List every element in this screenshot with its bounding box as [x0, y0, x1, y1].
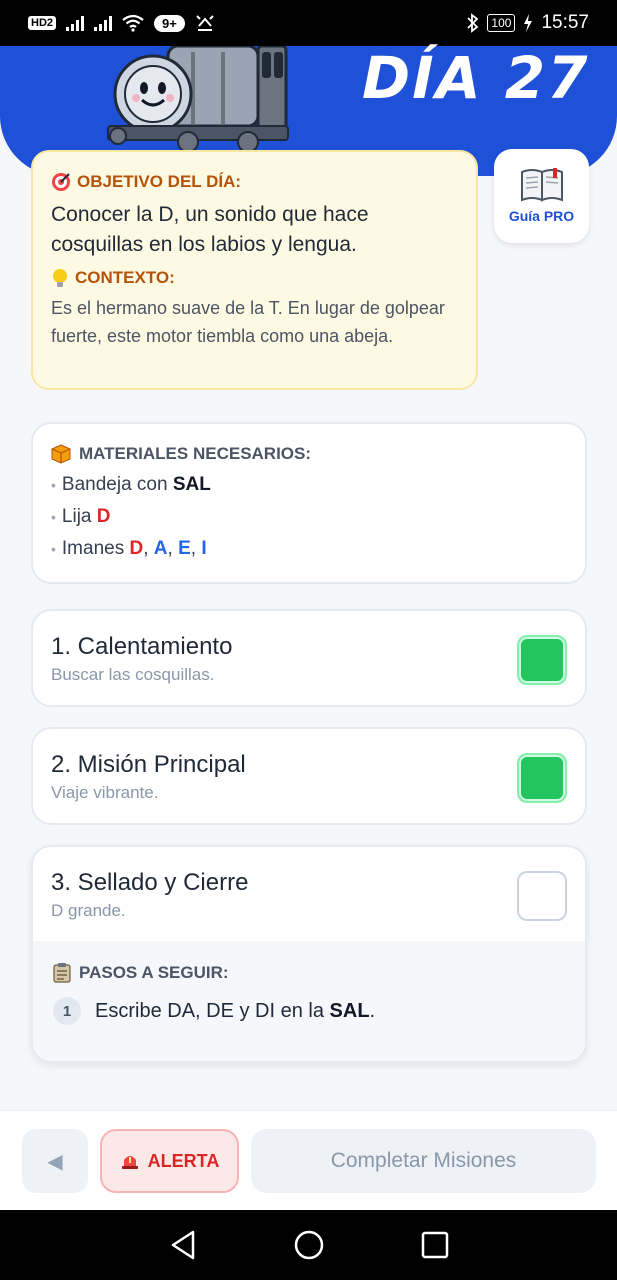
battery-indicator: 100 [487, 14, 516, 32]
package-icon [51, 444, 71, 464]
materials-title: MATERIALES NECESARIOS: [79, 444, 312, 463]
mission-subtitle: Viaje vibrante. [51, 783, 159, 802]
mission-checkbox[interactable] [517, 635, 567, 685]
material-item: • Bandeja con SAL [51, 474, 567, 496]
mission-card-2[interactable]: 2. Misión Principal Viaje vibrante. [31, 727, 587, 825]
mission-title: 1. Calentamiento [51, 633, 233, 660]
nav-home-icon[interactable] [294, 1230, 324, 1260]
back-button[interactable]: ◀ [22, 1129, 88, 1193]
guide-pro-label: Guía PRO [508, 208, 575, 224]
context-text: Es el hermano suave de la T. En lugar de… [51, 298, 445, 346]
system-nav-bar [0, 1210, 617, 1280]
mission-header: 1. Calentamiento Buscar las cosquillas. [33, 611, 585, 705]
mission-checkbox[interactable] [517, 871, 567, 921]
materials-card: MATERIALES NECESARIOS: • Bandeja con SAL… [31, 422, 587, 584]
magnet-letter: I [201, 538, 207, 559]
objective-text: Conocer la D, un sonido que hace cosquil… [51, 203, 369, 256]
context-heading: CONTEXTO: [51, 268, 458, 288]
bluetooth-icon [467, 13, 479, 33]
app-screen: HD2 9+ 100 15:57 DÍA 27 OBJETIVO DEL DÍA… [0, 0, 617, 1280]
material-letter: D [96, 506, 111, 527]
status-bar: HD2 9+ 100 15:57 [0, 0, 617, 46]
lightbulb-icon [53, 269, 67, 287]
material-text: Imanes [61, 538, 130, 559]
steps-panel: PASOS A SEGUIR: 1 Escribe DA, DE y DI en… [33, 941, 585, 1061]
steps-heading: PASOS A SEGUIR: [53, 963, 565, 983]
siren-icon [121, 1156, 138, 1169]
hd-badge: HD2 [28, 16, 57, 30]
bullet-icon: • [51, 509, 56, 525]
alarm-off-icon [196, 15, 214, 31]
mission-checkbox[interactable] [517, 753, 567, 803]
mission-subtitle: D grande. [51, 901, 126, 920]
mission-card-1[interactable]: 1. Calentamiento Buscar las cosquillas. [31, 609, 587, 707]
separator: , [143, 538, 154, 559]
objective-title: OBJETIVO DEL DÍA: [77, 172, 242, 191]
material-highlight: SAL [172, 474, 211, 495]
open-book-icon [520, 168, 563, 202]
step-suffix: . [369, 999, 376, 1022]
alert-button[interactable]: ALERTA [100, 1129, 239, 1193]
guide-pro-button[interactable]: Guía PRO [494, 149, 589, 243]
mission-header: 2. Misión Principal Viaje vibrante. [33, 729, 585, 823]
material-item: • Imanes D, A, E, I [51, 538, 567, 560]
sim-label: 2 [46, 17, 54, 29]
notification-count: 9+ [154, 14, 185, 32]
magnet-letter: D [129, 538, 144, 559]
day-title: DÍA 27 [362, 44, 590, 112]
step-number: 1 [53, 997, 81, 1025]
target-icon [52, 173, 70, 191]
objective-heading: OBJETIVO DEL DÍA: [51, 172, 458, 192]
material-text: Bandeja con [61, 474, 173, 495]
signal-icon-2 [94, 15, 113, 31]
charging-icon [524, 14, 533, 32]
materials-heading: MATERIALES NECESARIOS: [51, 444, 567, 464]
separator: , [167, 538, 179, 559]
material-text: Lija [61, 506, 97, 527]
clock: 15:57 [541, 12, 589, 33]
complete-missions-button[interactable]: Completar Misiones [251, 1129, 596, 1193]
mission-subtitle: Buscar las cosquillas. [51, 665, 215, 684]
step-item: 1 Escribe DA, DE y DI en la SAL. [53, 997, 565, 1025]
steps-title: PASOS A SEGUIR: [79, 963, 229, 982]
status-right: 100 15:57 [467, 12, 589, 34]
back-arrow-icon: ◀ [47, 1150, 63, 1173]
nav-recents-icon[interactable] [421, 1231, 449, 1259]
context-title: CONTEXTO: [75, 268, 175, 287]
mission-title: 2. Misión Principal [51, 751, 246, 778]
separator: , [190, 538, 202, 559]
magnet-letter: E [178, 538, 191, 559]
magnet-letter: A [153, 538, 168, 559]
bullet-icon: • [51, 541, 56, 557]
objective-card: OBJETIVO DEL DÍA: Conocer la D, un sonid… [31, 150, 478, 390]
complete-missions-label: Completar Misiones [330, 1149, 517, 1172]
signal-icon [66, 15, 85, 31]
mission-header: 3. Sellado y Cierre D grande. [33, 847, 585, 941]
bottom-action-bar: ◀ ALERTA Completar Misiones [0, 1110, 617, 1210]
clipboard-icon [53, 963, 71, 983]
bullet-icon: • [51, 477, 56, 493]
nav-back-icon[interactable] [169, 1230, 197, 1260]
mission-card-3[interactable]: 3. Sellado y Cierre D grande. PASOS A SE… [31, 845, 587, 1063]
hd-label: HD [31, 17, 47, 29]
wifi-icon [122, 14, 144, 32]
material-item: • Lija D [51, 506, 567, 528]
train-illustration [107, 46, 289, 152]
alert-label: ALERTA [147, 1150, 220, 1171]
mission-title: 3. Sellado y Cierre [51, 869, 249, 896]
status-left: HD2 9+ [28, 14, 215, 32]
step-highlight: SAL [329, 999, 370, 1022]
step-text: Escribe DA, DE y DI en la [95, 999, 330, 1022]
